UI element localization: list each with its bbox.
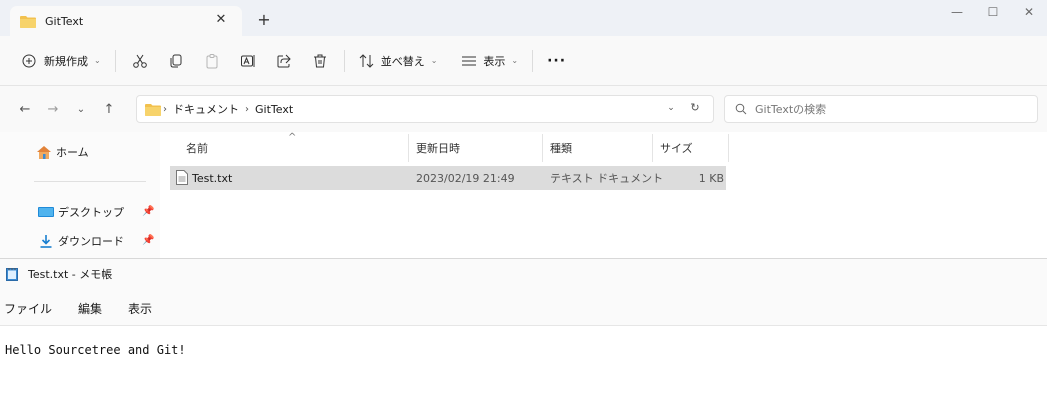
search-box[interactable] [724,95,1038,123]
trash-icon [313,54,326,67]
nav-item-label: デスクトップ [58,206,124,219]
folder-icon [20,15,36,28]
chevron-down-icon: ⌄ [511,56,519,65]
notepad-menu-bar: ファイル 編集 表示 [0,295,178,321]
nav-item-desktop[interactable]: デスクトップ [38,204,124,220]
column-header-size[interactable]: サイズ [660,132,720,164]
close-window-button[interactable]: ✕ [1011,0,1047,24]
refresh-icon[interactable]: ↻ [683,101,707,114]
plus-circle-icon [22,54,36,67]
address-actions: ⌄ ↻ [659,101,707,114]
column-header-modified[interactable]: 更新日時 [416,132,536,164]
share-button[interactable] [266,45,302,77]
notepad-title: Test.txt - メモ帳 [28,268,113,281]
copy-button[interactable] [158,45,194,77]
pin-icon[interactable]: 📌 [142,206,154,217]
forward-arrow-icon[interactable]: → [42,98,64,120]
breadcrumb-gittext[interactable]: GitText [255,103,293,116]
address-dropdown-chevron-icon[interactable]: ⌄ [659,103,683,113]
delete-button[interactable] [302,45,338,77]
toolbar-divider [343,49,345,72]
file-name: Test.txt [192,171,233,185]
menu-edit[interactable]: 編集 [78,300,102,317]
new-tab-button[interactable]: + [254,10,274,30]
tab-gittext[interactable]: GitText ✕ [10,6,242,36]
explorer-content: ホーム デスクトップ 📌 ダウンロード 📌 ^ 名前 更新日時 種類 サイズ T… [0,132,1047,258]
column-divider[interactable] [728,134,729,162]
view-button[interactable]: 表示 ⌄ [453,45,526,77]
download-arrow-icon [38,234,54,248]
home-icon [36,145,52,159]
paste-button[interactable] [194,45,230,77]
new-button[interactable]: 新規作成 ⌄ [14,45,109,77]
minimize-button[interactable]: — [939,0,975,24]
notepad-title-bar: Test.txt - メモ帳 [0,259,1047,289]
more-options-button[interactable]: ··· [539,45,574,77]
breadcrumb-separator-icon[interactable]: › [163,104,167,115]
rename-button[interactable] [230,45,266,77]
recent-locations-chevron-icon[interactable]: ⌄ [70,98,92,120]
search-icon [735,103,747,115]
column-divider[interactable] [408,134,409,162]
nav-item-label: ホーム [56,146,89,159]
explorer-tab-bar: GitText ✕ + — ☐ ✕ [0,0,1047,36]
column-header-name[interactable]: 名前 [186,132,406,164]
file-row[interactable]: Test.txt 2023/02/19 21:49 テキスト ドキュメント 1 … [170,166,726,190]
notepad-window: Test.txt - メモ帳 ファイル 編集 表示 Hello Sourcetr… [0,258,1047,420]
nav-item-label: ダウンロード [58,235,124,248]
address-bar-row: ← → ⌄ ↑ › ドキュメント › GitText ⌄ ↻ [0,86,1047,132]
breadcrumb-separator-icon[interactable]: › [245,104,249,115]
column-divider[interactable] [542,134,543,162]
file-list: ^ 名前 更新日時 種類 サイズ Test.txt 2023/02/19 21:… [170,132,1047,258]
list-view-icon [462,56,477,65]
file-size: 1 KB [698,171,724,185]
navigation-pane: ホーム デスクトップ 📌 ダウンロード 📌 [0,132,160,258]
cut-button[interactable] [122,45,158,77]
rename-icon [240,54,255,67]
share-icon [277,54,291,67]
column-divider[interactable] [652,134,653,162]
scissors-icon [132,54,147,68]
view-button-label: 表示 [483,54,506,68]
copy-icon [170,54,182,67]
nav-divider [34,181,146,182]
column-header-type[interactable]: 種類 [550,132,650,164]
back-arrow-icon[interactable]: ← [14,98,36,120]
clipboard-icon [206,53,218,68]
menu-view[interactable]: 表示 [128,300,152,317]
menu-file[interactable]: ファイル [4,300,52,317]
file-type: テキスト ドキュメント [550,172,664,185]
chevron-down-icon: ⌄ [94,56,101,65]
chevron-down-icon: ⌄ [430,56,438,65]
toolbar-divider [532,49,534,72]
command-bar: 新規作成 ⌄ 並べ替え ⌄ 表示 ⌄ ··· [0,36,1047,86]
new-button-label: 新規作成 [44,54,88,68]
nav-item-downloads[interactable]: ダウンロード [38,233,124,249]
desktop-icon [38,205,54,219]
folder-icon [145,103,161,116]
sort-button[interactable]: 並べ替え ⌄ [351,45,446,77]
file-modified: 2023/02/19 21:49 [416,171,515,185]
search-input[interactable] [755,102,1015,116]
pin-icon[interactable]: 📌 [142,235,154,246]
maximize-button[interactable]: ☐ [975,0,1011,24]
window-controls: — ☐ ✕ [939,0,1047,30]
nav-item-home[interactable]: ホーム [36,144,89,160]
text-file-icon [176,170,188,185]
up-arrow-icon[interactable]: ↑ [98,98,120,120]
notepad-text-area[interactable]: Hello Sourcetree and Git! [0,325,1047,420]
breadcrumb-documents[interactable]: ドキュメント [173,101,239,117]
address-box[interactable]: › ドキュメント › GitText ⌄ ↻ [136,95,714,123]
file-explorer-window: GitText ✕ + — ☐ ✕ 新規作成 ⌄ 並べ替え ⌄ 表示 ⌄ ···… [0,0,1047,258]
sort-button-label: 並べ替え [380,54,425,68]
tab-title: GitText [45,14,84,28]
notepad-icon [6,268,18,281]
tab-close-icon[interactable]: ✕ [214,13,228,27]
sort-arrows-icon [359,53,374,68]
toolbar-divider [114,49,116,72]
